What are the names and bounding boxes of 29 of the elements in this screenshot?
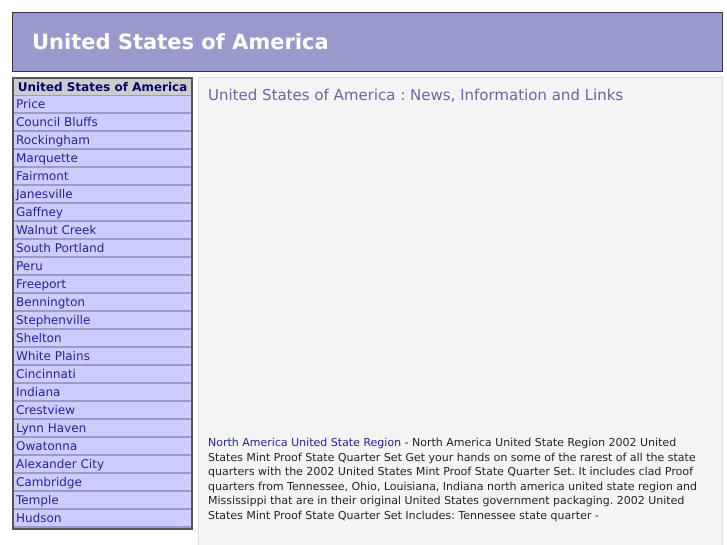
sidebar-link[interactable]: Bennington: [14, 294, 191, 312]
sidebar-link[interactable]: White Plains: [14, 348, 191, 366]
sidebar-link[interactable]: Council Bluffs: [14, 114, 191, 132]
sidebar-link[interactable]: Freeport: [14, 276, 191, 294]
sidebar-title: United States of America: [14, 79, 191, 96]
sidebar-link[interactable]: Cambridge: [14, 474, 191, 492]
sidebar-link[interactable]: Temple: [14, 492, 191, 510]
sidebar-link[interactable]: Owatonna: [14, 438, 191, 456]
sidebar-link[interactable]: Marquette: [14, 150, 191, 168]
content-heading: United States of America : News, Information and Links: [208, 86, 624, 104]
sidebar-link[interactable]: Indiana: [14, 384, 191, 402]
sidebar-link[interactable]: Crestview: [14, 402, 191, 420]
sidebar-link[interactable]: Peru: [14, 258, 191, 276]
sidebar-link[interactable]: Hudson: [14, 510, 191, 528]
entry-link[interactable]: North America United State Region: [208, 436, 402, 449]
sidebar-link[interactable]: Alexander City: [14, 456, 191, 474]
sidebar-link[interactable]: Walnut Creek: [14, 222, 191, 240]
sidebar-link[interactable]: Gaffney: [14, 204, 191, 222]
sidebar-link[interactable]: Rockingham: [14, 132, 191, 150]
entry-paragraph: North America United State Region - North America United State Region 2002 United States Mint Proof State Quarter Set Get your hands on some of the rarest of all the state quarters with the 2002 United States Mint Proof State Quarter Set. It includes clad Proof quarters from Tennessee, Ohio, Louisiana, Indiana north america united state region and Mississippi that are in their original United States government packaging. 2002 United States Mint Proof State Quarter Set Includes: Tennessee state quarter -: [208, 436, 698, 523]
sidebar-link[interactable]: Fairmont: [14, 168, 191, 186]
sidebar-link[interactable]: Lynn Haven: [14, 420, 191, 438]
sidebar-link[interactable]: Price: [14, 96, 191, 114]
sidebar-link[interactable]: Stephenville: [14, 312, 191, 330]
site-title: United States of America: [32, 30, 329, 54]
sidebar-link[interactable]: South Portland: [14, 240, 191, 258]
sidebar-link[interactable]: Shelton: [14, 330, 191, 348]
sidebar-link[interactable]: Janesville: [14, 186, 191, 204]
sidebar-link[interactable]: Cincinnati: [14, 366, 191, 384]
